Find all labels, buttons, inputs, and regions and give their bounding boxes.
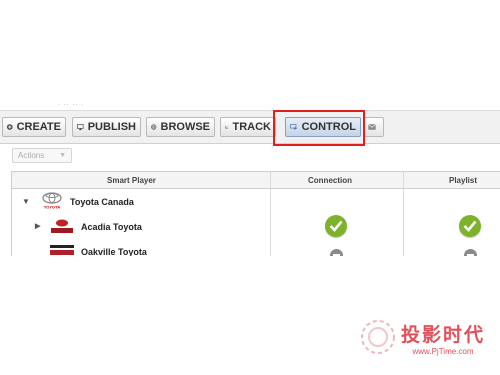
track-button[interactable]: TRACK (220, 117, 276, 137)
chart-line-icon (225, 125, 229, 129)
message-button[interactable] (364, 117, 384, 137)
watermark-url: www.PjTime.com (412, 347, 474, 356)
table-row[interactable]: ▼ TOYOTA Toyota Canada (12, 189, 500, 214)
svg-text:TOYOTA: TOYOTA (44, 205, 60, 210)
player-name: Toyota Canada (70, 197, 134, 207)
table-row[interactable]: ▶ Acadia Toyota (12, 214, 500, 239)
browse-button[interactable]: BROWSE (146, 117, 215, 137)
globe-icon (151, 124, 157, 130)
monitor-icon (77, 124, 84, 131)
dealer-logo-icon (51, 219, 73, 233)
publish-button[interactable]: PUBLISH (72, 117, 141, 137)
plus-circle-icon (7, 124, 13, 130)
watermark-logo-icon (360, 320, 395, 354)
toolbar: CREATE PUBLISH BROWSE TRACK CONTROL (0, 110, 500, 144)
dealer-logo-icon (50, 245, 74, 255)
check-circle-icon (459, 215, 481, 237)
header-smart-player: Smart Player (107, 176, 156, 185)
watermark-title: 投影时代 (400, 325, 485, 346)
faint-top-text: · ·· ·· · (58, 102, 84, 108)
track-label: TRACK (232, 121, 272, 133)
watermark: 投影时代 www.PjTime.com (360, 320, 485, 356)
player-name: Oakville Toyota (81, 247, 147, 256)
minus-circle-icon (464, 249, 477, 256)
create-button[interactable]: CREATE (2, 117, 66, 137)
browse-label: BROWSE (160, 121, 211, 133)
create-label: CREATE (16, 121, 61, 133)
header-playlist: Playlist (449, 176, 478, 185)
check-circle-icon (325, 215, 347, 237)
expand-arrow-icon[interactable]: ▶ (35, 222, 40, 230)
publish-label: PUBLISH (87, 121, 136, 133)
toyota-logo-icon: TOYOTA (42, 192, 62, 210)
actions-label: Actions (18, 151, 45, 160)
player-name: Acadia Toyota (81, 222, 142, 232)
smart-player-grid: Smart Player Connection Playlist ▼ TOYOT… (11, 171, 500, 256)
grid-header: Smart Player Connection Playlist (12, 172, 500, 189)
control-highlight-box (273, 110, 365, 146)
minus-circle-icon (330, 249, 343, 256)
envelope-icon (368, 123, 376, 130)
table-row[interactable]: Oakville Toyota (12, 239, 500, 256)
header-connection: Connection (308, 176, 352, 185)
chevron-down-icon: ▼ (59, 152, 66, 159)
collapse-arrow-icon[interactable]: ▼ (22, 197, 30, 206)
actions-dropdown[interactable]: Actions ▼ (12, 148, 72, 163)
